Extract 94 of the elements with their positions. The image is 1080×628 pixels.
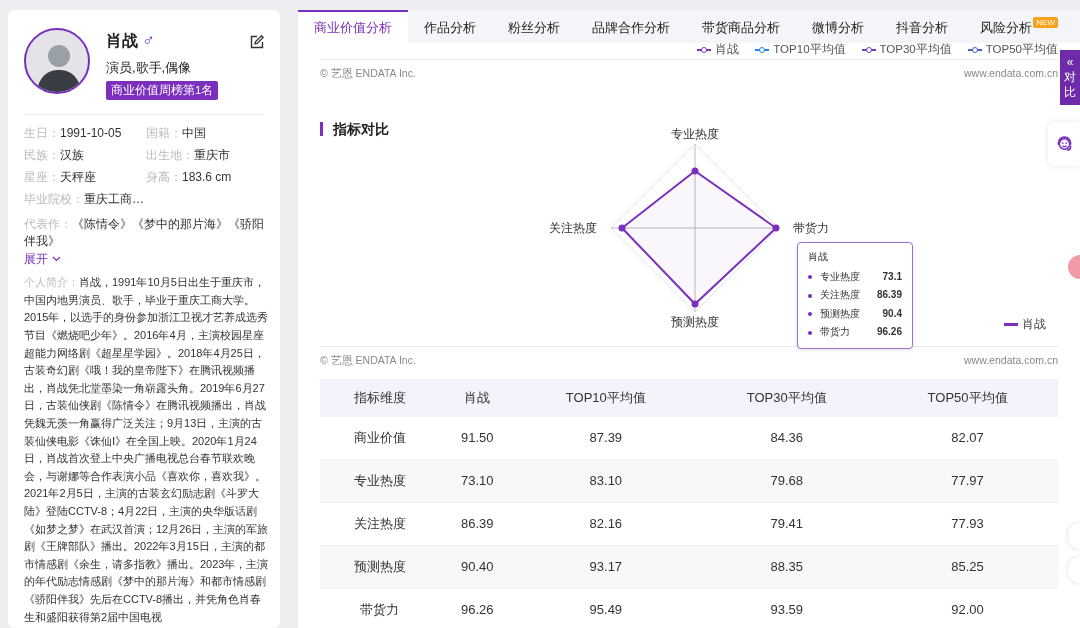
data-point bbox=[772, 224, 780, 232]
fact-value: 重庆市 bbox=[194, 148, 230, 163]
fact-label: 星座： bbox=[24, 170, 60, 185]
legend-label: TOP50平均值 bbox=[985, 43, 1058, 56]
tooltip-label: 带货力 bbox=[820, 325, 850, 340]
table-cell: 92.00 bbox=[877, 588, 1058, 628]
expand-link[interactable]: 展开 bbox=[24, 250, 61, 269]
table-cell: 77.97 bbox=[877, 459, 1058, 503]
table-cell: 95.49 bbox=[515, 588, 697, 628]
series-dot bbox=[808, 275, 812, 279]
chevron-down-icon bbox=[52, 256, 61, 263]
tooltip-label: 专业热度 bbox=[820, 269, 860, 284]
tab[interactable]: 粉丝分析 bbox=[492, 10, 576, 43]
fact-value: 汉族 bbox=[60, 148, 84, 163]
series-dot bbox=[808, 312, 812, 316]
table-cell: 82.16 bbox=[515, 502, 697, 546]
tooltip-value: 73.1 bbox=[882, 269, 902, 284]
tab[interactable]: 带货商品分析 bbox=[686, 10, 796, 43]
table-cell: 90.40 bbox=[439, 545, 516, 589]
table-cell: 73.10 bbox=[439, 459, 516, 503]
column-header: TOP50平均值 bbox=[877, 378, 1058, 417]
axis-label: 预测热度 bbox=[671, 314, 719, 330]
tab[interactable]: 商业价值分析 bbox=[298, 10, 408, 43]
fact-label: 身高： bbox=[146, 170, 182, 185]
axis-label: 关注热度 bbox=[549, 220, 597, 236]
legend-label: 肖战 bbox=[1022, 316, 1046, 332]
tooltip-value: 90.4 bbox=[882, 306, 902, 321]
site-url: www.endata.com.cn bbox=[964, 352, 1058, 368]
data-point bbox=[618, 224, 626, 232]
fact-label: 毕业院校： bbox=[24, 192, 84, 207]
chart-title: 指标对比 bbox=[320, 121, 389, 136]
data-point bbox=[691, 300, 699, 308]
rank-badge: 商业价值周榜第1名 bbox=[106, 81, 219, 101]
fact-value: 中国 bbox=[182, 126, 206, 141]
roles-text: 演员,歌手,偶像 bbox=[106, 58, 193, 77]
compare-tab[interactable]: « 对比 bbox=[1060, 50, 1080, 105]
tooltip-value: 86.39 bbox=[876, 288, 902, 303]
table-cell: 预测热度 bbox=[320, 545, 440, 589]
table-cell: 专业热度 bbox=[320, 459, 440, 503]
axis-label: 带货力 bbox=[793, 220, 829, 236]
table-cell: 93.59 bbox=[696, 588, 878, 628]
site-url: www.endata.com.cn bbox=[964, 66, 1058, 81]
table-cell: 84.36 bbox=[696, 416, 878, 460]
table-cell: 79.41 bbox=[696, 502, 878, 546]
table-cell: 82.07 bbox=[877, 416, 1058, 460]
column-header: 指标维度 bbox=[320, 378, 440, 417]
table-cell: 93.17 bbox=[515, 545, 697, 589]
tab[interactable]: 品牌合作分析 bbox=[576, 10, 686, 43]
legend-label: TOP10平均值 bbox=[773, 43, 846, 56]
tooltip-title: 肖战 bbox=[808, 249, 829, 264]
column-header: TOP30平均值 bbox=[696, 378, 878, 417]
tab[interactable]: 风险分析 NEW bbox=[964, 10, 1062, 43]
tooltip-label: 预测热度 bbox=[820, 306, 860, 321]
table-cell: 87.39 bbox=[515, 416, 697, 460]
table-cell: 关注热度 bbox=[320, 502, 440, 546]
copyright-text: © 艺恩 ENDATA Inc. bbox=[320, 352, 416, 368]
tooltip-value: 96.26 bbox=[876, 325, 902, 340]
fact-label: 民族： bbox=[24, 148, 60, 163]
table-cell: 79.68 bbox=[696, 459, 878, 503]
person-name: 肖战 bbox=[106, 30, 138, 51]
works-text: 代表作：《陈情令》《梦中的那片海》《骄阳伴我》 bbox=[24, 216, 264, 251]
table-cell: 85.25 bbox=[877, 545, 1058, 589]
table-cell: 带货力 bbox=[320, 588, 440, 628]
fact-value: 天秤座 bbox=[60, 170, 96, 185]
table-cell: 77.93 bbox=[877, 502, 1058, 546]
fact-value: 183.6 cm bbox=[182, 170, 232, 185]
tab[interactable]: 抖音分析 bbox=[880, 10, 964, 43]
fact-value: 重庆工商… bbox=[84, 192, 144, 207]
bio-text: 个人简介：肖战，1991年10月5日出生于重庆市，中国内地男演员、歌手，毕业于重庆工商大学。2015年，以选手的身份参加浙江卫视才艺养成选秀节目《燃烧吧少年》。2016年4月，主演校园星座超能力网络剧《超星星学园》。2018年4月25日，古装奇幻剧《哦！我的皇帝陛下》在腾讯视频播出，肖战凭北堂墨染一角崭露头角。2019年6月27日，古装仙侠剧《陈情令》在腾讯视频播出，肖战凭魏无羡一角赢得广泛关注；9月13日，主演的古装仙侠电影《诛仙Ⅰ》在全国上映。2020年1月24日，肖战首次登上中央广播电视总台春节联欢晚会，与谢娜等合作表演小品《喜欢你，喜欢我》。2021年2月5日，主演的古装玄幻励志剧《斗罗大陆》登陆CCTV-8；4月22日，主演的央华版话剧《如梦之梦》在武汉首演；12月26日，主演的军旅剧《王牌部队》播出。2022年3月15日，主演的都市情感剧《余生，请多指教》播出。2023年，主演的年代励志情感剧《梦中的那片海》和都市情感剧《骄阳伴我》先后在CCTV-8播出，并凭角色肖春生和盛阳获得第2届中国电视 bbox=[24, 275, 270, 625]
data-point bbox=[691, 167, 699, 175]
table-cell: 88.35 bbox=[696, 545, 878, 589]
fact-label: 生日： bbox=[24, 126, 60, 141]
copyright-text: © 艺恩 ENDATA Inc. bbox=[320, 66, 416, 81]
tooltip-label: 关注热度 bbox=[820, 288, 860, 303]
tab[interactable]: 作品分析 bbox=[408, 10, 492, 43]
legend-label: 肖战 bbox=[715, 43, 740, 56]
fact-label: 国籍： bbox=[146, 126, 182, 141]
axis-label: 专业热度 bbox=[671, 126, 719, 142]
table-cell: 83.10 bbox=[515, 459, 697, 503]
table-cell: 86.39 bbox=[439, 502, 516, 546]
gender-symbol: ♂ bbox=[142, 30, 155, 52]
support-icon[interactable] bbox=[1048, 122, 1080, 166]
series-dot bbox=[808, 293, 812, 298]
tab[interactable]: 微博分析 bbox=[796, 10, 880, 43]
fact-value: 1991-10-05 bbox=[60, 126, 122, 141]
series-dot bbox=[808, 330, 812, 335]
fact-label: 出生地： bbox=[146, 148, 194, 163]
new-badge: NEW bbox=[1033, 17, 1058, 28]
table-cell: 91.50 bbox=[439, 416, 516, 460]
table-cell: 96.26 bbox=[439, 588, 516, 628]
legend-label: TOP30平均值 bbox=[879, 43, 952, 56]
column-header: 肖战 bbox=[439, 378, 516, 417]
table-cell: 商业价值 bbox=[320, 416, 440, 460]
column-header: TOP10平均值 bbox=[515, 378, 697, 417]
